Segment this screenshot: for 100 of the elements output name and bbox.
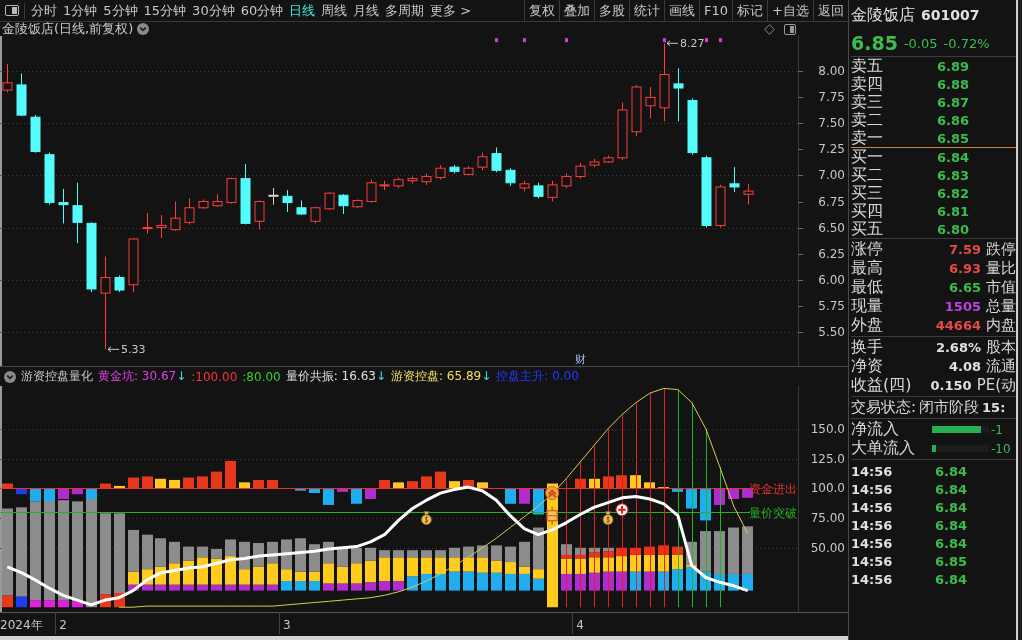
tick-price: 6.84 xyxy=(935,517,968,533)
status-time: 15: xyxy=(982,400,1006,415)
tick-time: 14:56 xyxy=(851,535,894,551)
toolbar-button[interactable]: 统计 xyxy=(629,0,665,21)
period-tab[interactable]: 多周期 xyxy=(382,0,428,21)
candle xyxy=(393,177,404,189)
panel-toggle-icon[interactable] xyxy=(5,5,19,16)
stat-label: 收益(四) xyxy=(851,375,912,396)
date-label: 4 xyxy=(576,618,584,632)
candle xyxy=(421,172,432,186)
stat-value: 7.59 xyxy=(947,242,981,257)
indicator-bar xyxy=(477,572,488,591)
indicator-bar xyxy=(700,488,711,521)
indicator-bar xyxy=(421,573,432,591)
tick-price: 6.84 xyxy=(935,499,968,515)
candle xyxy=(547,180,558,202)
stat-label: 换手 xyxy=(851,337,883,358)
toolbar-button[interactable]: +自选 xyxy=(767,0,813,21)
indicator-bar xyxy=(672,488,683,492)
order-label: 买二 xyxy=(851,164,884,185)
stat-label: 总量 xyxy=(986,297,1016,316)
date-label: 2 xyxy=(59,618,67,632)
stat-label: 流通 xyxy=(986,357,1016,376)
indicator-bar xyxy=(686,488,697,509)
status-value: 闭市阶段 xyxy=(919,398,980,417)
candle xyxy=(491,146,502,173)
period-tab[interactable]: 周线 xyxy=(318,0,351,21)
indicator-bar xyxy=(630,571,641,591)
stock-code: 601007 xyxy=(921,7,980,23)
chevron-down-icon[interactable] xyxy=(137,23,150,35)
candle xyxy=(72,182,83,244)
tick-time: 14:56 xyxy=(851,499,894,515)
indicator-value: 黄金坑: 30.67↓ xyxy=(98,368,187,385)
stat-label: 涨停 xyxy=(851,239,883,259)
period-tab[interactable]: 月线 xyxy=(350,0,383,21)
indicator-bar xyxy=(435,471,446,489)
toolbar-button[interactable]: 返回 xyxy=(813,0,848,21)
indicator-bar xyxy=(491,545,502,561)
toolbar-button[interactable]: 叠加 xyxy=(559,0,595,21)
indicator-bar xyxy=(644,571,655,591)
toolbar-button[interactable]: 多股 xyxy=(594,0,630,21)
indicator-bar xyxy=(309,581,320,591)
stat-value: 1505 xyxy=(943,299,981,314)
indicator-value: :80.00 xyxy=(242,369,281,384)
indicator-bar xyxy=(575,573,586,591)
event-label: 财 xyxy=(574,353,586,366)
indicator-bar xyxy=(281,581,292,591)
reference-label: 量价突破 xyxy=(749,505,797,520)
indicator-bar xyxy=(561,573,572,591)
indicator-bar xyxy=(407,481,418,489)
indicator-bar xyxy=(393,482,404,489)
stat-label: 跌停 xyxy=(986,240,1016,259)
indicator-bar xyxy=(449,571,460,591)
axis-tick-label: 125.0 xyxy=(810,451,845,466)
period-tab[interactable]: 5分钟 xyxy=(100,0,141,21)
candle xyxy=(16,73,27,117)
indicator-value: :100.00 xyxy=(191,369,238,384)
period-tab[interactable]: 分时 xyxy=(28,0,60,21)
period-tab[interactable]: 日线 xyxy=(286,0,319,21)
money-bag-icon xyxy=(602,511,614,526)
toolbar-button[interactable]: 复权 xyxy=(524,0,560,21)
indicator-bar xyxy=(463,479,474,489)
toolbar-button[interactable]: F10 xyxy=(699,0,733,21)
price-tick-label: 7.00 xyxy=(818,168,845,183)
indicator-bar xyxy=(463,571,474,591)
period-tab[interactable]: 60分钟 xyxy=(237,0,287,21)
period-tab[interactable]: 1分钟 xyxy=(60,0,101,21)
axis-tick-label: 75.00 xyxy=(810,511,845,526)
indicator-bar xyxy=(449,547,460,558)
indicator-bar xyxy=(630,475,641,489)
stat-label: PE(动 xyxy=(976,376,1016,395)
panel-toggle-icon[interactable] xyxy=(784,23,796,35)
toolbar-button[interactable]: 标记 xyxy=(732,0,768,21)
flow-value: -1 xyxy=(991,422,1003,437)
stat-label: 量比 xyxy=(986,259,1016,278)
tick-time: 14:56 xyxy=(851,553,894,569)
tick-time: 14:56 xyxy=(851,571,894,587)
tick-price: 6.84 xyxy=(935,535,968,551)
toolbar-button[interactable]: 画线 xyxy=(664,0,700,21)
order-label: 买四 xyxy=(851,200,884,221)
period-tab[interactable]: 更多 > xyxy=(427,0,475,21)
indicator-bar xyxy=(128,477,139,489)
status-label: 交易状态: xyxy=(851,398,917,417)
candle xyxy=(86,221,97,293)
stat-value: 2.68% xyxy=(934,340,981,355)
period-tab[interactable]: 30分钟 xyxy=(189,0,238,21)
indicator-bar xyxy=(351,547,362,564)
chevron-down-icon[interactable] xyxy=(4,370,16,383)
candle xyxy=(352,198,363,209)
price-tick-label: 6.25 xyxy=(818,246,845,261)
diamond-icon[interactable] xyxy=(764,23,775,35)
stock-name: 金陵饭店 xyxy=(851,4,915,26)
candlestick-icon xyxy=(546,505,558,526)
price-tick-label: 7.75 xyxy=(818,90,845,105)
price-tick-label: 6.75 xyxy=(818,194,845,209)
indicator-bar xyxy=(616,475,627,489)
chart-title: 金陵饭店(日线,前复权) xyxy=(2,22,134,36)
period-tab[interactable]: 15分钟 xyxy=(140,0,190,21)
candle xyxy=(44,152,55,206)
candle xyxy=(743,183,754,206)
